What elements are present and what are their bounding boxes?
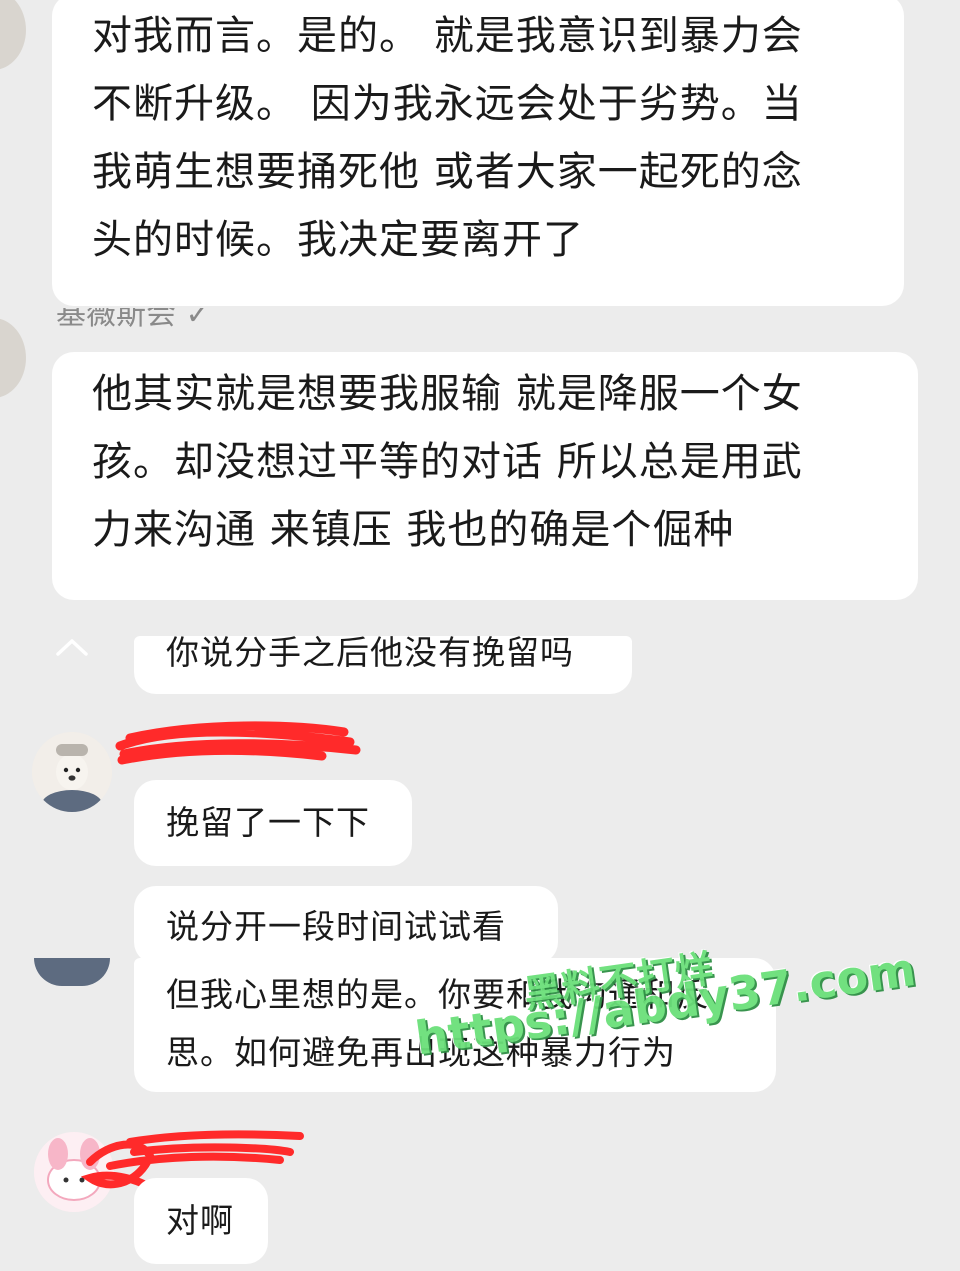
- avatar-top[interactable]: [0, 0, 26, 70]
- message-bubble-4: 挽留了一下下: [134, 780, 412, 866]
- message-line: 对我而言。是的。 就是我意识到暴力会: [92, 13, 803, 59]
- message-line: 不断升级。 因为我永远会处于劣势。当: [92, 81, 803, 127]
- avatar-second[interactable]: [0, 318, 26, 398]
- message-line: 力来沟通 来镇压 我也的确是个倔种: [92, 507, 735, 553]
- avatar-partial[interactable]: [34, 958, 110, 986]
- avatar-dog[interactable]: [32, 732, 112, 812]
- message-line: 他其实就是想要我服输 就是降服一个女: [92, 371, 803, 417]
- message-bubble-3: 你说分手之后他没有挽留吗: [134, 633, 632, 694]
- message-line: 你说分手之后他没有挽留吗: [166, 633, 574, 672]
- message-bubble-2: 他其实就是想要我服输 就是降服一个女 孩。却没想过平等的对话 所以总是用武 力来…: [52, 352, 918, 600]
- message-line: 说分开一段时间试试看: [166, 907, 506, 946]
- message-line: 头的时候。我决定要离开了: [92, 217, 584, 263]
- sender-nickname: 基薇斯会 ✓: [56, 308, 211, 332]
- message-line: 挽留了一下下: [166, 803, 370, 842]
- message-line: 对啊: [166, 1201, 234, 1240]
- redaction-scribble: [115, 721, 361, 765]
- message-bubble-5: 说分开一段时间试试看: [134, 886, 558, 964]
- message-bubble-1: 对我而言。是的。 就是我意识到暴力会 不断升级。 因为我永远会处于劣势。当 我萌…: [52, 0, 904, 306]
- message-line: 孩。却没想过平等的对话 所以总是用武: [92, 439, 803, 485]
- chevron-up-icon[interactable]: [52, 632, 92, 662]
- message-bubble-7: 对啊: [134, 1178, 268, 1264]
- message-line: 我萌生想要捅死他 或者大家一起死的念: [92, 149, 803, 195]
